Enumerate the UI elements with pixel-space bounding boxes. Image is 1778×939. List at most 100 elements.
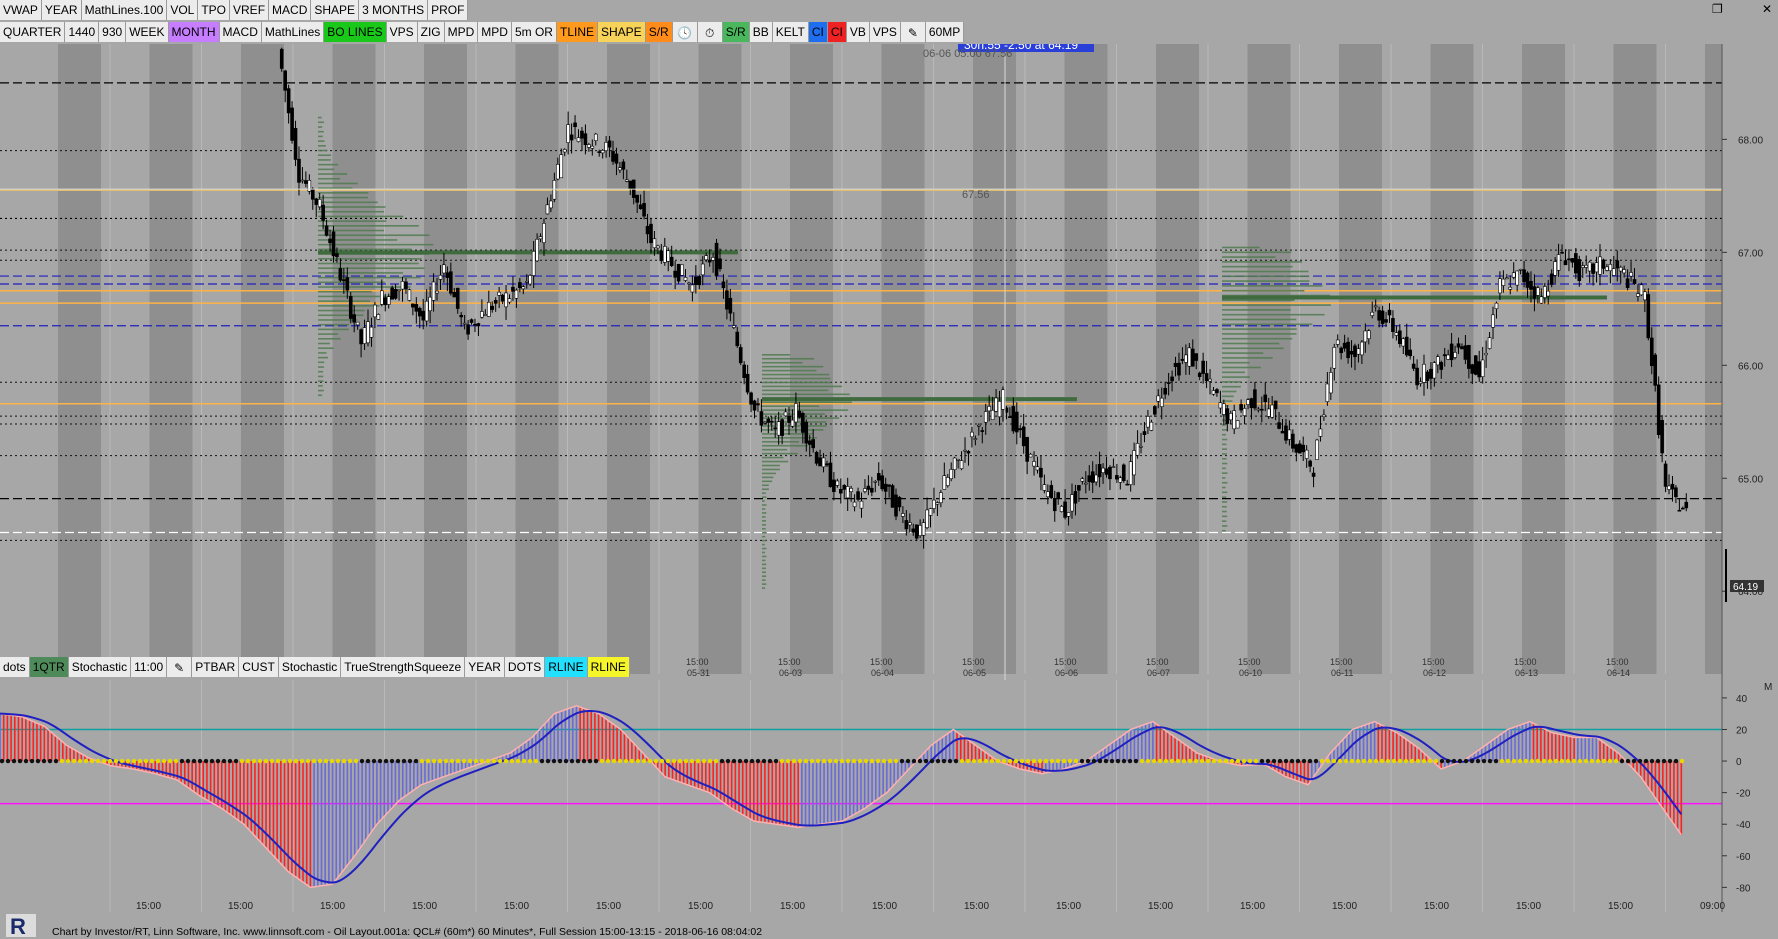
study-button-26[interactable]: 60MP (925, 22, 965, 42)
zero-dot (437, 758, 443, 764)
candle-body (690, 284, 695, 293)
study-button-6[interactable]: MathLines (261, 22, 325, 42)
top-button-2[interactable]: MathLines.100 (81, 0, 168, 20)
profile-bar (1222, 390, 1237, 393)
study-button-22[interactable]: CI (827, 22, 847, 42)
pencil-icon[interactable]: ✎ (900, 22, 926, 42)
zero-dot (1301, 758, 1307, 764)
bottom-time-label: 15:00 (1148, 901, 1173, 912)
study-button-10[interactable]: MPD (444, 22, 479, 42)
zero-dot (1067, 758, 1073, 764)
study-button-13[interactable]: TLINE (556, 22, 598, 42)
oscillator-pane[interactable]: 40 20 0 -20 -40 -60 -80 M 15:00 15:00 15:00 15:00 15… (0, 680, 1778, 912)
session-stripe (881, 44, 925, 674)
zero-dot (383, 758, 389, 764)
zero-dot (1319, 758, 1325, 764)
profile-bar (1222, 429, 1228, 431)
close-icon[interactable]: ✕ (1762, 2, 1772, 16)
price-chart[interactable]: 30h:55 -2.50 at 64.1906-06 05:00 67.5667… (0, 44, 1778, 680)
top-button-7[interactable]: SHAPE (311, 0, 360, 20)
zero-dot (1475, 758, 1481, 764)
candle-body (1146, 416, 1150, 428)
study-button-19[interactable]: BB (749, 22, 773, 42)
top-button-0[interactable]: VWAP (0, 0, 42, 20)
top-button-6[interactable]: MACD (269, 0, 312, 20)
candle-body (904, 520, 909, 530)
indicator-button-8[interactable]: TrueStrengthSqueeze (341, 657, 466, 677)
candle-body (911, 528, 916, 533)
top-button-9[interactable]: PROF (428, 0, 469, 20)
indicator-button-7[interactable]: Stochastic (278, 657, 342, 677)
study-button-14[interactable]: SHAPE (598, 22, 646, 42)
study-button-15[interactable]: S/R (645, 22, 673, 42)
candle-body (355, 321, 360, 326)
zero-dot (563, 758, 569, 764)
candle-body (1505, 277, 1509, 280)
session-stripe (1247, 44, 1291, 674)
indicator-button-6[interactable]: CUST (239, 657, 279, 677)
indicator-button-0[interactable]: dots (0, 657, 30, 677)
candle-body (1643, 291, 1647, 301)
candle-body (804, 421, 809, 444)
zero-dot (293, 758, 299, 764)
zero-dot (1037, 758, 1043, 764)
zero-dot (1193, 758, 1199, 764)
study-button-5[interactable]: MACD (219, 22, 262, 42)
top-button-4[interactable]: TPO (198, 0, 231, 20)
price-tick-label: 67.00 (1738, 248, 1763, 259)
profile-bar (318, 149, 328, 152)
candle-body (645, 225, 650, 235)
zero-dot (695, 758, 701, 764)
candle-body (466, 324, 470, 335)
indicator-button-10[interactable]: DOTS (504, 657, 546, 677)
top-button-1[interactable]: YEAR (41, 0, 82, 20)
indicator-button-1[interactable]: 1QTR (29, 657, 69, 677)
profile-bar (318, 196, 368, 199)
indicator-button-12[interactable]: RLINE (587, 657, 630, 677)
indicator-button-9[interactable]: YEAR (465, 657, 505, 677)
candle-body (1467, 345, 1471, 369)
study-button-9[interactable]: ZIG (417, 22, 445, 42)
study-button-18[interactable]: S/R (722, 22, 750, 42)
study-button-0[interactable]: QUARTER (0, 22, 66, 42)
candle-body (932, 499, 936, 509)
time-label: 15:00 (686, 657, 709, 667)
candle-body (628, 180, 633, 190)
study-button-3[interactable]: WEEK (126, 22, 169, 42)
candle-body (1301, 444, 1306, 453)
study-button-4[interactable]: MONTH (168, 22, 220, 42)
study-button-20[interactable]: KELT (772, 22, 809, 42)
study-button-8[interactable]: VPS (386, 22, 418, 42)
study-button-7[interactable]: BO LINES (324, 22, 387, 42)
candle-body (293, 128, 298, 160)
study-button-1[interactable]: 1440 (65, 22, 100, 42)
profile-bar (318, 361, 325, 364)
zero-dot (1415, 758, 1421, 764)
zero-dot (773, 758, 779, 764)
study-button-12[interactable]: 5m OR (511, 22, 557, 42)
candle-body (1404, 336, 1409, 356)
profile-bar (1222, 438, 1228, 441)
indicator-button-5[interactable]: PTBAR (192, 657, 240, 677)
indicator-button-2[interactable]: Stochastic (68, 657, 132, 677)
top-button-8[interactable]: 3 MONTHS (359, 0, 429, 20)
indicator-button-11[interactable]: RLINE (545, 657, 588, 677)
zero-dot (1205, 758, 1211, 764)
indicator-button-3[interactable]: 11:00 (131, 657, 168, 677)
zero-dot (0, 758, 5, 764)
study-button-2[interactable]: 930 (99, 22, 127, 42)
top-button-3[interactable]: VOL (167, 0, 199, 20)
study-button-21[interactable]: CI (808, 22, 828, 42)
study-button-24[interactable]: VPS (869, 22, 901, 42)
candle-body (279, 48, 284, 69)
timer-icon[interactable]: ⏱ (697, 22, 723, 42)
profile-bar (1222, 347, 1284, 350)
pencil-icon[interactable]: ✎ (167, 657, 193, 677)
top-button-5[interactable]: VREF (230, 0, 270, 20)
profile-bar (1222, 275, 1310, 278)
study-button-11[interactable]: MPD (478, 22, 512, 42)
study-button-23[interactable]: VB (846, 22, 870, 42)
candle-body (680, 264, 684, 276)
restore-icon[interactable]: ❐ (1712, 2, 1723, 16)
clock-icon[interactable]: 🕓 (672, 22, 698, 42)
